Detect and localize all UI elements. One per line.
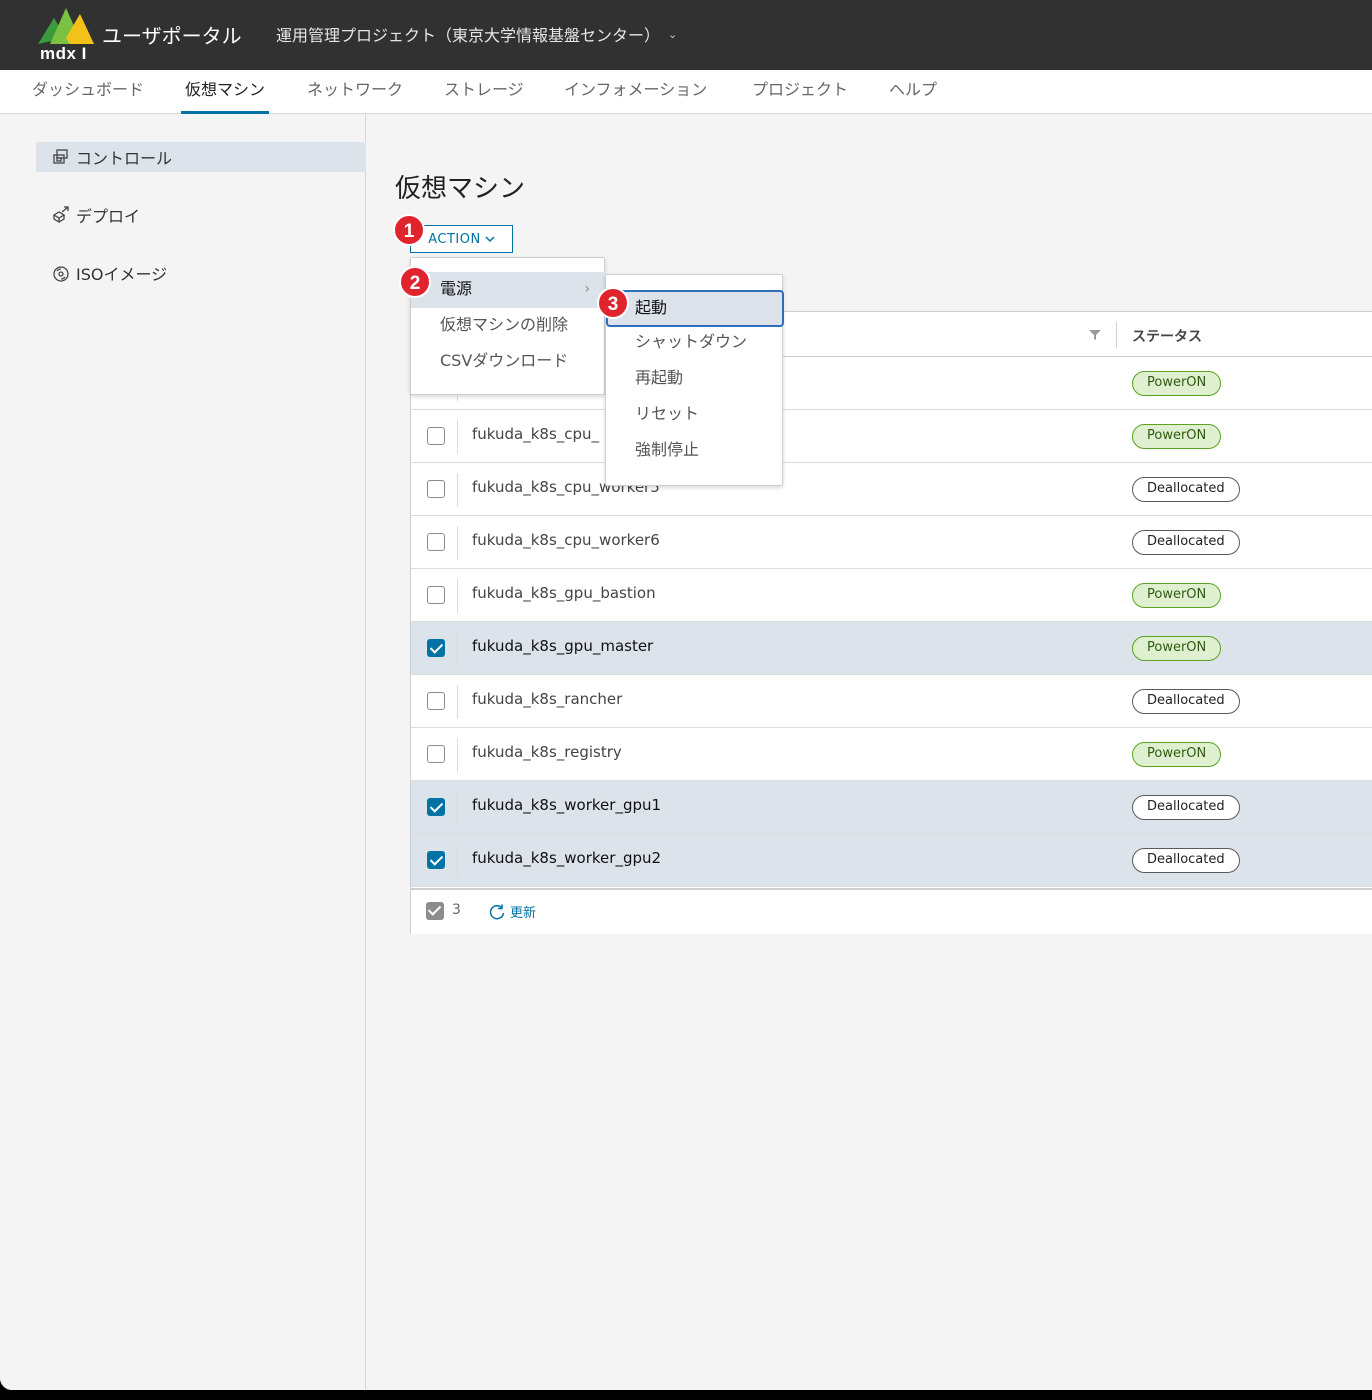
vm-name[interactable]: fukuda_k8s_cpu_ xyxy=(472,425,599,443)
table-row[interactable]: fukuda_k8s_cpu_ PowerON xyxy=(411,410,1372,463)
menu-item-force-stop[interactable]: 強制停止 xyxy=(606,433,784,469)
tab-virtual-machines[interactable]: 仮想マシン xyxy=(181,70,270,114)
status-badge: PowerON xyxy=(1132,371,1222,396)
tab-project[interactable]: プロジェクト xyxy=(752,70,848,114)
row-checkbox[interactable] xyxy=(427,692,445,710)
step-marker-2: 2 xyxy=(399,266,431,298)
menu-item-reset[interactable]: リセット xyxy=(606,397,784,433)
refresh-icon xyxy=(489,904,505,919)
row-checkbox[interactable] xyxy=(427,427,445,445)
chevron-down-icon: ⌄ xyxy=(668,27,678,41)
row-separator xyxy=(457,685,458,719)
row-checkbox[interactable] xyxy=(427,798,445,816)
power-submenu: 起動 シャットダウン 再起動 リセット 強制停止 xyxy=(605,274,784,486)
vm-name[interactable]: fukuda_k8s_gpu_master xyxy=(472,637,653,655)
refresh-label: 更新 xyxy=(510,906,537,921)
column-separator[interactable] xyxy=(1116,322,1117,348)
row-separator xyxy=(457,420,458,454)
menu-item-shutdown[interactable]: シャットダウン xyxy=(606,325,784,361)
sidebar-item-control[interactable]: コントロール xyxy=(36,142,366,172)
row-separator xyxy=(457,632,458,666)
status-badge: Deallocated xyxy=(1132,689,1240,714)
sidebar-item-label: デプロイ xyxy=(76,207,141,226)
grid-footer: 3 更新 xyxy=(411,888,1372,934)
menu-item-restart[interactable]: 再起動 xyxy=(606,361,784,397)
status-badge: Deallocated xyxy=(1132,848,1240,873)
project-name: 運用管理プロジェクト（東京大学情報基盤センター） xyxy=(276,26,661,45)
sidebar-item-label: コントロール xyxy=(76,149,173,168)
status-badge: PowerON xyxy=(1132,424,1222,449)
sidebar-item-label: ISOイメージ xyxy=(76,265,168,284)
sidebar-item-iso[interactable]: ISOイメージ xyxy=(36,258,366,288)
sidebar: コントロール デプロイ ISOイメージ xyxy=(0,114,366,1390)
row-separator xyxy=(457,526,458,560)
vm-name[interactable]: fukuda_k8s_worker_gpu1 xyxy=(472,796,661,814)
action-button[interactable]: ACTION xyxy=(410,225,513,253)
tab-dashboard[interactable]: ダッシュボード xyxy=(32,70,144,114)
vm-name[interactable]: fukuda_k8s_rancher xyxy=(472,690,622,708)
row-checkbox[interactable] xyxy=(427,533,445,551)
row-checkbox[interactable] xyxy=(427,586,445,604)
project-selector[interactable]: 運用管理プロジェクト（東京大学情報基盤センター） ⌄ xyxy=(276,22,677,46)
table-row[interactable]: fukuda_k8s_worker_gpu1 Deallocated xyxy=(411,781,1372,834)
status-badge: PowerON xyxy=(1132,636,1222,661)
menu-item-label: 電源 xyxy=(440,279,473,298)
action-label: ACTION xyxy=(428,231,481,247)
status-column-header[interactable]: ステータス xyxy=(1132,326,1202,346)
chevron-right-icon: › xyxy=(584,281,590,297)
table-row[interactable]: fukuda_k8s_cpu_worker5 Deallocated xyxy=(411,463,1372,516)
action-menu: 電源 › 仮想マシンの削除 CSVダウンロード xyxy=(410,257,606,395)
chevron-down-icon xyxy=(485,236,495,243)
table-row[interactable]: fukuda_k8s_gpu_master PowerON xyxy=(411,622,1372,675)
row-checkbox[interactable] xyxy=(427,851,445,869)
row-checkbox[interactable] xyxy=(427,639,445,657)
vm-name[interactable]: fukuda_k8s_gpu_bastion xyxy=(472,584,656,602)
disc-icon xyxy=(53,266,69,282)
page-title: 仮想マシン xyxy=(395,174,526,204)
main-nav: ダッシュボード 仮想マシン ネットワーク ストレージ インフォメーション プロジ… xyxy=(0,70,1372,114)
menu-item-delete-vm[interactable]: 仮想マシンの削除 xyxy=(411,308,606,344)
row-checkbox[interactable] xyxy=(427,745,445,763)
vm-name[interactable]: fukuda_k8s_registry xyxy=(472,743,622,761)
status-badge: Deallocated xyxy=(1132,477,1240,502)
status-badge: Deallocated xyxy=(1132,530,1240,555)
step-marker-1: 1 xyxy=(393,214,425,246)
tab-network[interactable]: ネットワーク xyxy=(307,70,403,114)
app-title[interactable]: ユーザポータル xyxy=(102,20,242,49)
vm-name[interactable]: fukuda_k8s_worker_gpu2 xyxy=(472,849,661,867)
step-marker-3: 3 xyxy=(597,287,629,319)
menu-item-start[interactable]: 起動 xyxy=(606,290,784,327)
selection-count-checkbox xyxy=(426,902,444,920)
status-badge: Deallocated xyxy=(1132,795,1240,820)
filter-icon[interactable] xyxy=(1088,328,1102,342)
table-row[interactable]: fukuda_k8s_rancher Deallocated xyxy=(411,675,1372,728)
refresh-button[interactable]: 更新 xyxy=(488,902,536,921)
top-header: mdx I ユーザポータル 運用管理プロジェクト（東京大学情報基盤センター） ⌄ xyxy=(0,0,1372,70)
deploy-icon xyxy=(52,206,69,224)
control-icon xyxy=(53,149,68,164)
row-separator xyxy=(457,844,458,878)
row-separator xyxy=(457,791,458,825)
status-badge: PowerON xyxy=(1132,583,1222,608)
row-separator xyxy=(457,579,458,613)
menu-item-csv-download[interactable]: CSVダウンロード xyxy=(411,344,606,380)
row-separator xyxy=(457,473,458,507)
tab-information[interactable]: インフォメーション xyxy=(564,70,707,114)
vm-name[interactable]: fukuda_k8s_cpu_worker6 xyxy=(472,531,660,549)
tab-storage[interactable]: ストレージ xyxy=(444,70,524,114)
selection-count: 3 xyxy=(452,902,461,918)
sidebar-item-deploy[interactable]: デプロイ xyxy=(36,200,366,230)
table-row[interactable]: fukuda_k8s_cpu_worker6 Deallocated xyxy=(411,516,1372,569)
table-row[interactable]: fukuda_k8s_gpu_bastion PowerON xyxy=(411,569,1372,622)
status-badge: PowerON xyxy=(1132,742,1222,767)
menu-item-power[interactable]: 電源 › xyxy=(411,272,606,308)
logo-text: mdx I xyxy=(40,44,87,63)
table-row[interactable]: fukuda_k8s_worker_gpu2 Deallocated xyxy=(411,834,1372,887)
table-row[interactable]: fukuda_k8s_registry PowerON xyxy=(411,728,1372,781)
tab-help[interactable]: ヘルプ xyxy=(889,70,937,114)
vm-datagrid: ステータス PowerON fukuda_k8s_cpu_ PowerON fu… xyxy=(410,311,1372,934)
app-window: mdx I ユーザポータル 運用管理プロジェクト（東京大学情報基盤センター） ⌄… xyxy=(0,0,1372,1390)
row-checkbox[interactable] xyxy=(427,480,445,498)
row-separator xyxy=(457,738,458,772)
